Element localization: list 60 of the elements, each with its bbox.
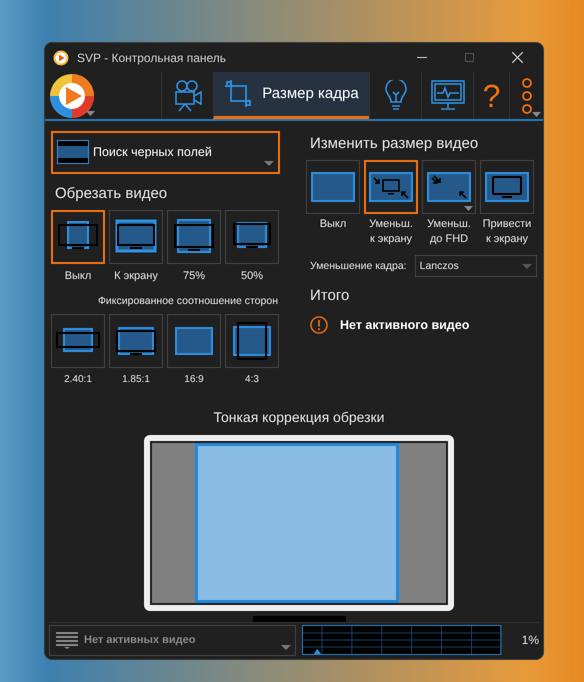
option-label: Уменьш. до FHD xyxy=(427,217,471,248)
movie-camera-icon xyxy=(172,78,202,113)
aspect-ratio-button[interactable] xyxy=(109,314,163,368)
aspect-ratio-button[interactable] xyxy=(225,314,279,368)
caret-icon xyxy=(264,160,274,166)
caret-icon xyxy=(522,264,532,269)
resize-mode-button[interactable] xyxy=(422,160,476,214)
maximize-icon xyxy=(465,53,474,62)
summary-message: Нет активного видео xyxy=(340,316,470,334)
more-options-icon xyxy=(520,78,532,114)
option-label: Уменьш. к экрану xyxy=(369,217,413,248)
active-videos-dropdown[interactable]: Нет активных видео xyxy=(49,624,296,656)
field-label: Уменьшение кадра: xyxy=(310,258,407,274)
option-label: Выкл xyxy=(64,269,92,284)
toolbar-tab[interactable]: Размер кадра xyxy=(213,72,369,119)
toolbar-tab[interactable] xyxy=(509,72,543,119)
close-icon[interactable] xyxy=(512,52,523,64)
crop-mode-button[interactable] xyxy=(109,210,163,264)
caret-icon xyxy=(532,112,541,117)
option-label: 16:9 xyxy=(184,372,204,387)
section-title: Тонкая коррекция обрезки xyxy=(214,408,384,427)
monitor-pulse-icon xyxy=(430,80,464,112)
option-label: 4:3 xyxy=(245,372,259,387)
letterbox-detection-dropdown[interactable]: Поиск черных полей xyxy=(51,130,280,174)
resize-mode-button[interactable] xyxy=(480,160,534,214)
option-label: Привести к экрану xyxy=(482,217,532,248)
crop-icon xyxy=(224,79,252,110)
downscale-dropdown[interactable]: Lanczos xyxy=(414,255,537,278)
resize-mode-button[interactable] xyxy=(364,160,418,214)
resize-mode-button[interactable] xyxy=(306,160,360,214)
app-logo-icon[interactable] xyxy=(49,72,95,119)
caret-icon xyxy=(86,110,95,116)
option-label: 1.85:1 xyxy=(122,372,150,387)
caret-icon xyxy=(281,644,292,650)
letterbox-icon xyxy=(57,140,89,164)
option-label: 50% xyxy=(240,269,264,284)
section-title: Обрезать видео xyxy=(55,184,168,204)
section-title: Изменить размер видео xyxy=(310,134,480,154)
option-label: 75% xyxy=(182,269,206,284)
crop-mode-button[interactable] xyxy=(51,210,105,264)
option-label: 2.40:1 xyxy=(64,372,92,387)
caret-icon xyxy=(464,206,473,212)
minimize-icon[interactable] xyxy=(417,57,427,58)
aspect-ratio-button[interactable] xyxy=(51,314,105,368)
section-subtitle: Фиксированное соотношение сторон xyxy=(98,294,278,309)
lightbulb-icon xyxy=(384,80,406,112)
list-menu-icon xyxy=(56,631,78,649)
toolbar-tab[interactable]: ? xyxy=(473,72,509,119)
aspect-ratio-button[interactable] xyxy=(167,314,221,368)
warning-icon xyxy=(310,316,328,334)
crop-mode-button[interactable] xyxy=(167,210,221,264)
crop-mode-button[interactable] xyxy=(225,210,279,264)
section-title: Итого xyxy=(310,286,350,306)
crop-preview-frame[interactable] xyxy=(144,434,454,612)
option-label: К экрану xyxy=(114,269,158,284)
help-glyph: ? xyxy=(482,80,500,112)
option-label: Выкл xyxy=(320,217,346,232)
app-logo-icon xyxy=(53,50,69,66)
cpu-percentage: 1% xyxy=(522,632,539,649)
window-title: SVP - Контрольная панель xyxy=(77,50,228,67)
